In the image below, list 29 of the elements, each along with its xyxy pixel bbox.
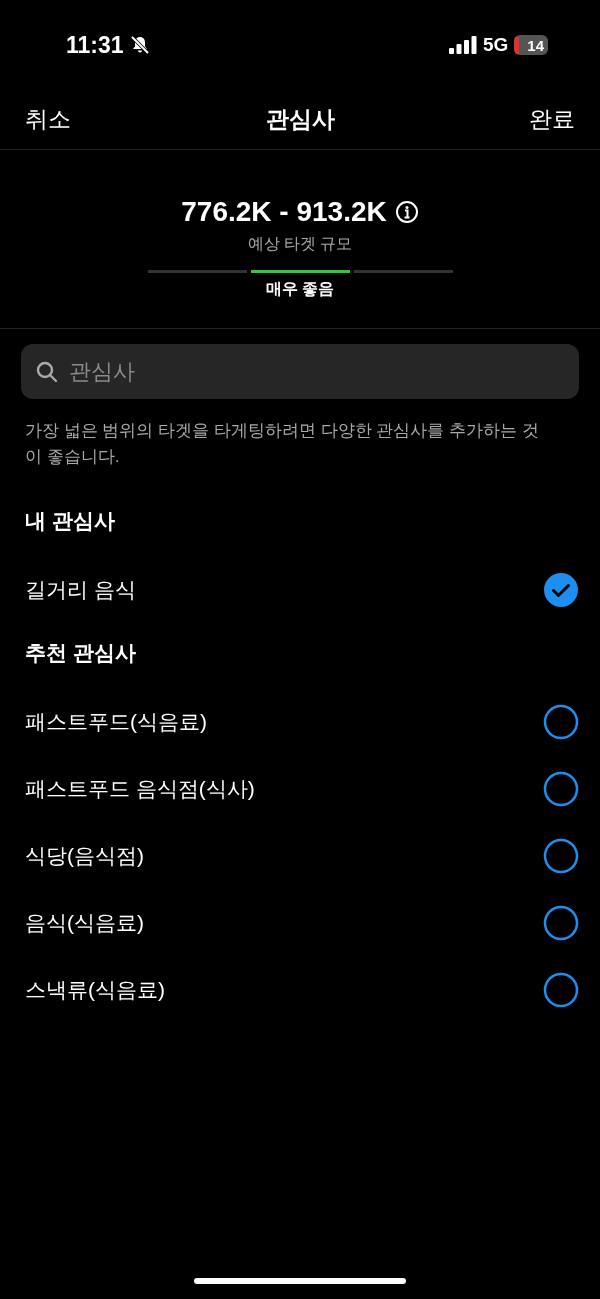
search-field[interactable]: 관심사 bbox=[21, 344, 579, 399]
empty-circle-icon[interactable] bbox=[543, 837, 579, 874]
interest-label[interactable]: 식당(음식점) bbox=[25, 841, 144, 870]
interest-label[interactable]: 패스트푸드(식음료) bbox=[25, 707, 207, 736]
interest-label[interactable]: 음식(식음료) bbox=[25, 908, 144, 937]
section-heading: 내 관심사 bbox=[25, 508, 116, 534]
audience-rating: 매우 좋음 bbox=[265, 279, 335, 299]
audience-caption: 예상 타겟 규모 bbox=[247, 234, 353, 254]
cancel-button[interactable]: 취소 bbox=[25, 104, 71, 135]
empty-circle-icon[interactable] bbox=[543, 703, 579, 740]
clock-time: 11:31 bbox=[66, 31, 124, 59]
search-icon bbox=[36, 361, 58, 383]
interest-label[interactable]: 스낵류(식음료) bbox=[25, 975, 165, 1004]
hint-text: 가장 넓은 범위의 타겟을 타게팅하려면 다양한 관심사를 추가하는 것이 좋습니다. bbox=[25, 420, 540, 468]
audience-range: 776.2K - 913.2K bbox=[181, 196, 387, 228]
section-heading: 추천 관심사 bbox=[25, 640, 137, 666]
info-icon[interactable] bbox=[394, 200, 419, 224]
interest-label[interactable]: 패스트푸드 음식점(식사) bbox=[25, 774, 255, 803]
screen-title: 관심사 bbox=[265, 105, 335, 134]
signal-icon bbox=[448, 36, 477, 54]
battery-indicator: 14 bbox=[514, 35, 548, 55]
muted-bell-icon bbox=[129, 35, 150, 55]
checked-circle-icon[interactable] bbox=[543, 571, 579, 608]
interest-label[interactable]: 길거리 음식 bbox=[25, 575, 136, 604]
empty-circle-icon[interactable] bbox=[543, 971, 579, 1008]
network-label: 5G bbox=[482, 34, 509, 56]
empty-circle-icon[interactable] bbox=[543, 770, 579, 807]
done-button[interactable]: 완료 bbox=[529, 104, 575, 135]
empty-circle-icon[interactable] bbox=[543, 904, 579, 941]
